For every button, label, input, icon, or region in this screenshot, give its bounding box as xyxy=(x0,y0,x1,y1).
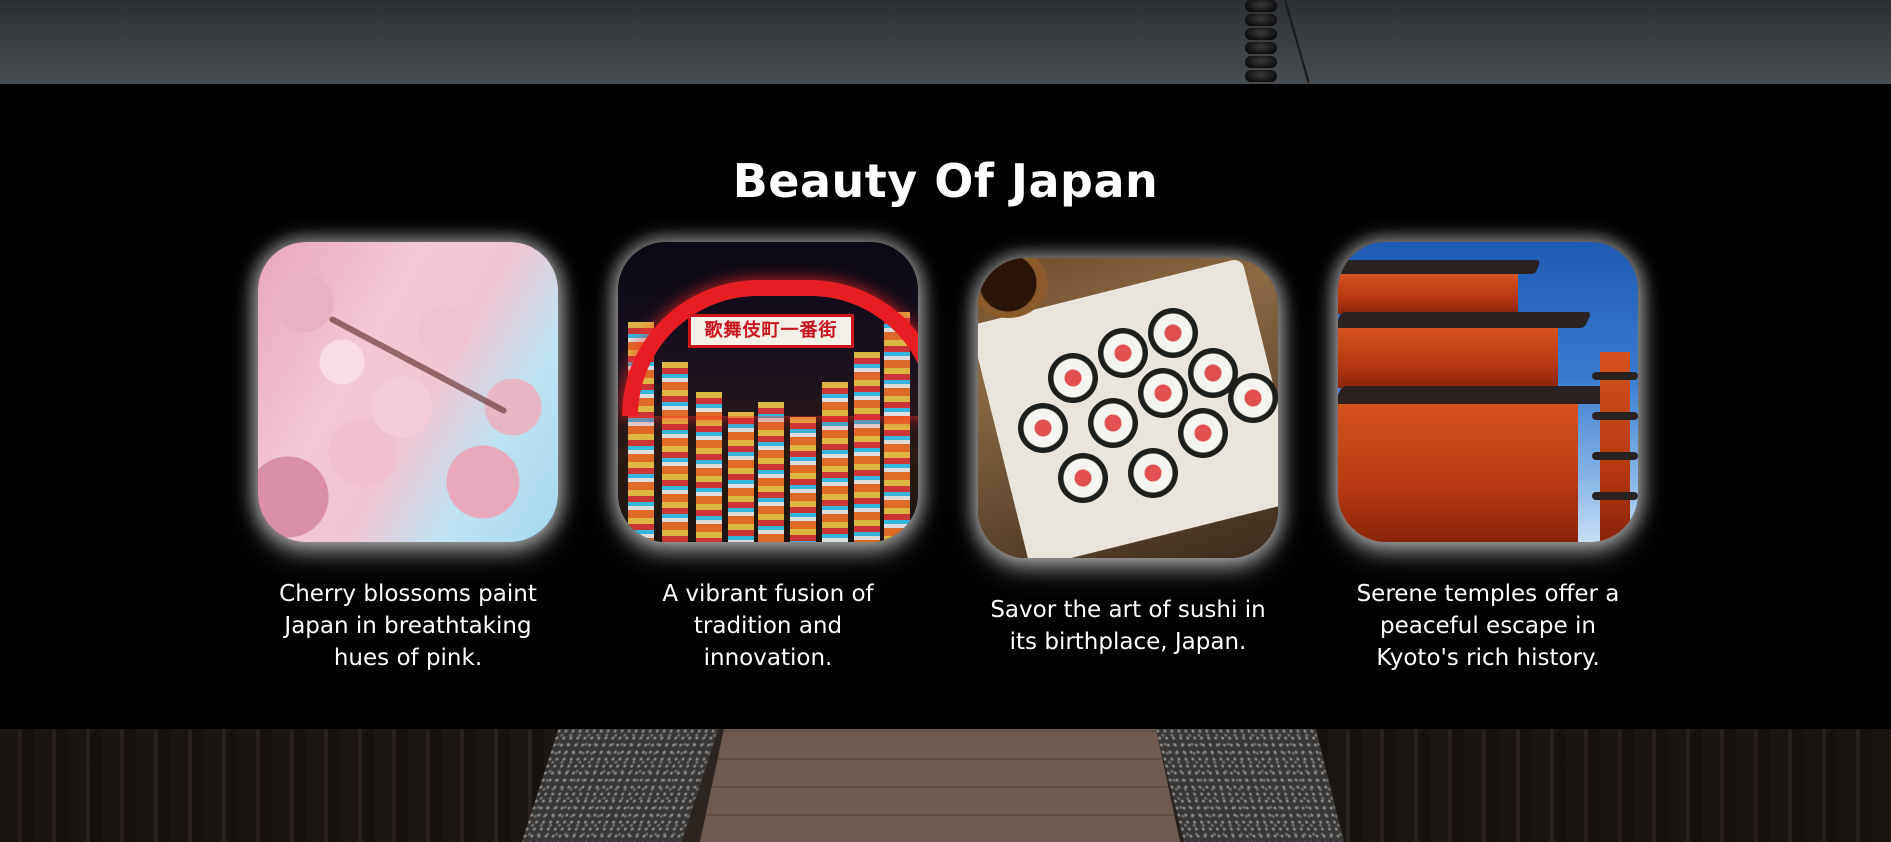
gallery-card-temple: Serene temples offer a peaceful escape i… xyxy=(1338,242,1638,674)
gravel-decoration xyxy=(1155,729,1345,842)
background-top xyxy=(0,0,1891,84)
stone-path-decoration xyxy=(700,729,1180,842)
gallery-card-cherry-blossoms: Cherry blossoms paint Japan in breathtak… xyxy=(258,242,558,674)
lantern-chain-decoration xyxy=(1244,0,1278,84)
section-title: Beauty Of Japan xyxy=(732,154,1159,208)
city-street-image: 歌舞伎町一番街 xyxy=(618,242,918,542)
gate-arch xyxy=(622,280,918,416)
fence-decoration xyxy=(1260,729,1891,842)
beauty-of-japan-section: Beauty Of Japan Cherry blossoms paint Ja… xyxy=(0,84,1891,729)
wire-decoration xyxy=(1284,0,1310,83)
card-caption: Savor the art of sushi in its birthplace… xyxy=(990,597,1266,655)
gallery-card-city: 歌舞伎町一番街 A vibrant fusion of tradition an… xyxy=(618,242,918,674)
card-caption: Serene temples offer a peaceful escape i… xyxy=(1356,581,1620,671)
fence-decoration xyxy=(0,729,560,842)
background-bottom xyxy=(0,729,1891,842)
card-caption: Cherry blossoms paint Japan in breathtak… xyxy=(279,581,537,671)
gallery-card-sushi: Savor the art of sushi in its birthplace… xyxy=(978,258,1278,658)
gate-sign: 歌舞伎町一番街 xyxy=(688,314,854,348)
card-caption: A vibrant fusion of tradition and innova… xyxy=(662,581,874,671)
cherry-blossom-image xyxy=(258,242,558,542)
temple-image xyxy=(1338,242,1638,542)
sushi-image xyxy=(978,258,1278,558)
